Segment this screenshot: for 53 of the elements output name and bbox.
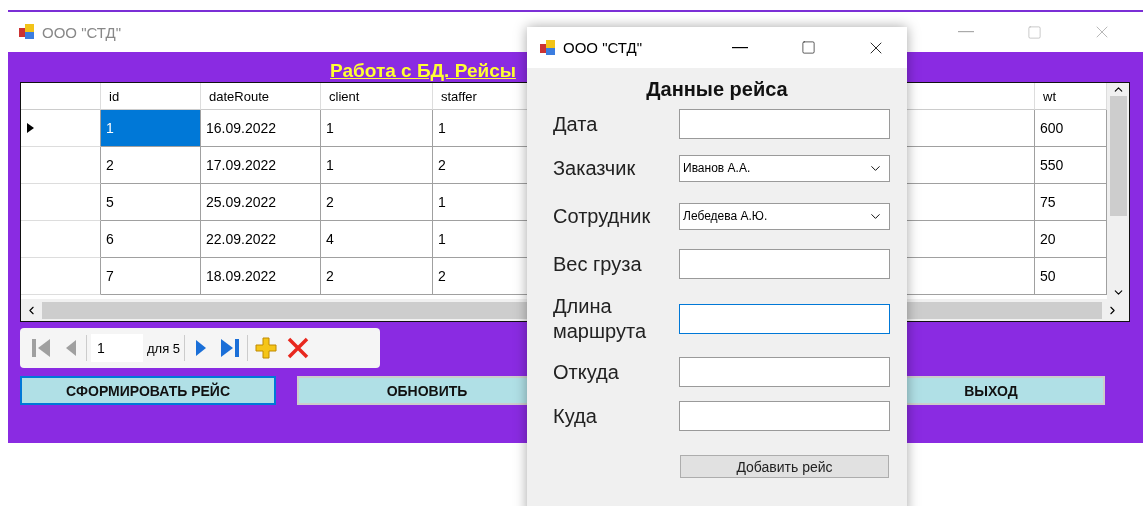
- field-label: Длина маршрута: [553, 294, 647, 344]
- last-icon: [219, 336, 242, 360]
- table-cell: 7: [101, 258, 201, 295]
- table-cell: 5: [101, 184, 201, 221]
- position-field[interactable]: 1: [91, 334, 143, 362]
- field-label: Сотрудник: [553, 203, 652, 229]
- app-icon: [18, 23, 36, 41]
- dropdown[interactable]: Иванов А.А.: [679, 154, 890, 182]
- table-cell: 17.09.2022: [201, 147, 321, 184]
- cross-icon: [286, 336, 311, 360]
- dialog-title: ООО "СТД": [563, 39, 643, 56]
- input-field[interactable]: [679, 109, 890, 139]
- table-cell: 16.09.2022: [201, 110, 321, 147]
- window-title: ООО "СТД": [42, 23, 122, 41]
- table-cell: 75: [1035, 184, 1107, 221]
- vertical-scrollbar[interactable]: [1107, 83, 1129, 299]
- field-label: Куда: [553, 403, 598, 429]
- maximize-icon: [1026, 24, 1042, 40]
- app-icon: [539, 38, 557, 57]
- form-heading: Работа с БД. Рейсы: [330, 60, 516, 81]
- table-cell: 4: [321, 221, 433, 258]
- field-label: Заказчик: [553, 155, 637, 181]
- input-field[interactable]: [679, 249, 890, 279]
- table-cell: 18.09.2022: [201, 258, 321, 295]
- minimize-icon: [958, 31, 974, 33]
- input-field[interactable]: [679, 357, 890, 387]
- table-cell: 25.09.2022: [201, 184, 321, 221]
- action-button[interactable]: СФОРМИРОВАТЬ РЕЙС: [20, 376, 276, 405]
- table-cell: 50: [1035, 258, 1107, 295]
- table-cell: 22.09.2022: [201, 221, 321, 258]
- maximize-icon: [800, 40, 816, 55]
- record-count: для 5: [147, 340, 181, 356]
- field-label: Вес груза: [553, 251, 643, 277]
- table-cell: 2: [101, 147, 201, 184]
- table-cell: 1: [321, 110, 433, 147]
- table-cell: 1: [321, 147, 433, 184]
- table-cell: 2: [321, 258, 433, 295]
- input-field[interactable]: [679, 401, 890, 431]
- dropdown[interactable]: Лебедева А.Ю.: [679, 202, 890, 230]
- table-cell: 20: [1035, 221, 1107, 258]
- dialog-heading: Данные рейса: [646, 78, 788, 100]
- field-label: Дата: [553, 111, 599, 137]
- current-row-icon: [27, 123, 34, 133]
- table-cell: 6: [101, 221, 201, 258]
- add-route-button[interactable]: Добавить рейс: [680, 455, 889, 478]
- table-cell: 600: [1035, 110, 1107, 147]
- table-cell: 1: [101, 110, 201, 147]
- table-cell: 2: [321, 184, 433, 221]
- input-field[interactable]: [679, 304, 890, 334]
- first-icon: [30, 336, 52, 360]
- table-cell: 550: [1035, 147, 1107, 184]
- minimize-icon: [732, 46, 748, 49]
- plus-icon: [254, 336, 279, 360]
